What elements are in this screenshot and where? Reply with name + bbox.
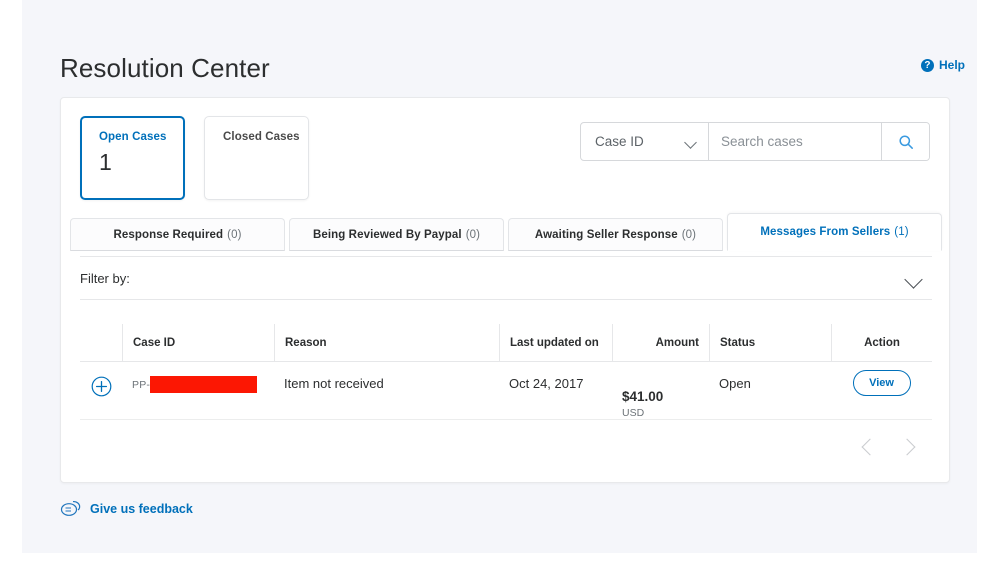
tab-response-required-count: (0) — [227, 228, 242, 241]
cases-table: Case ID Reason Last updated on Amount St… — [80, 324, 932, 420]
case-id-prefix: PP- — [132, 378, 151, 391]
column-header-case-id: Case ID — [122, 324, 274, 361]
tab-being-reviewed-by-paypal-label: Being Reviewed By Paypal — [312, 228, 462, 241]
tab-awaiting-seller-response-label: Awaiting Seller Response — [534, 228, 678, 241]
help-label: Help — [938, 58, 965, 72]
view-button[interactable]: View — [852, 370, 911, 396]
column-header-amount: Amount — [612, 324, 709, 361]
chevron-down-icon[interactable] — [904, 270, 923, 289]
search-button[interactable] — [881, 123, 929, 160]
cell-status: Open — [719, 376, 751, 391]
case-id-redaction — [150, 376, 258, 393]
cell-amount: $41.00 USD — [612, 362, 709, 419]
tab-messages-from-sellers-label: Messages From Sellers — [760, 226, 891, 238]
tab-awaiting-seller-response[interactable]: Awaiting Seller Response (0) — [508, 218, 723, 251]
tab-being-reviewed-by-paypal-count: (0) — [465, 228, 481, 241]
column-header-last-updated-on: Last updated on — [499, 324, 612, 361]
tile-open-cases-label: Open Cases — [99, 131, 167, 143]
cell-action: View — [831, 362, 932, 419]
speech-bubble-icon — [60, 500, 81, 516]
search-category-select[interactable]: Case ID — [581, 123, 709, 160]
case-summary-tiles: Open Cases 1 Closed Cases — [80, 116, 309, 200]
tab-being-reviewed-by-paypal[interactable]: Being Reviewed By Paypal (0) — [289, 218, 504, 251]
tile-open-cases-count: 1 — [99, 149, 112, 175]
table-row: PP- Item not received Oct 24, 2017 $41.0… — [80, 362, 932, 420]
tab-awaiting-seller-response-count: (0) — [681, 228, 697, 241]
amount-currency: USD — [622, 407, 645, 419]
search-category-value: Case ID — [595, 134, 644, 149]
row-expand-cell — [80, 362, 122, 419]
search-bar: Case ID — [580, 122, 930, 161]
column-header-gutter — [80, 324, 122, 361]
amount-value: $41.00 — [622, 389, 664, 404]
cell-reason: Item not received — [284, 376, 384, 391]
search-icon — [898, 134, 913, 149]
help-link[interactable]: ? Help — [920, 58, 965, 72]
column-header-status: Status — [709, 324, 831, 361]
tab-response-required-label: Response Required — [113, 228, 224, 241]
case-tabs: Response Required (0) Being Reviewed By … — [70, 213, 942, 251]
cell-last-updated-on: Oct 24, 2017 — [509, 376, 584, 391]
resolution-card: Open Cases 1 Closed Cases Case ID Search… — [60, 97, 950, 483]
cell-case-id: PP- — [122, 362, 274, 419]
tab-messages-from-sellers-count: (1) — [894, 226, 909, 238]
page-header: Resolution Center ? Help — [60, 52, 965, 92]
pagination — [861, 438, 916, 456]
give-us-feedback-link[interactable]: Give us feedback — [60, 500, 193, 518]
page-root: Resolution Center ? Help Open Cases 1 Cl… — [22, 0, 977, 553]
cases-table-header: Case ID Reason Last updated on Amount St… — [80, 324, 932, 362]
tile-closed-cases[interactable]: Closed Cases — [204, 116, 309, 200]
column-header-reason: Reason — [274, 324, 499, 361]
tab-response-required[interactable]: Response Required (0) — [70, 218, 285, 251]
give-us-feedback-label: Give us feedback — [90, 502, 193, 516]
tab-messages-from-sellers[interactable]: Messages From Sellers (1) — [727, 213, 942, 251]
tile-open-cases[interactable]: Open Cases 1 — [80, 116, 185, 200]
question-circle-icon: ? — [920, 59, 934, 72]
column-header-action: Action — [831, 324, 932, 361]
chevron-down-icon — [684, 136, 697, 149]
tile-closed-cases-label: Closed Cases — [223, 131, 300, 143]
filter-by-label: Filter by: — [80, 270, 130, 286]
chevron-left-icon[interactable] — [861, 438, 879, 456]
search-input[interactable] — [709, 123, 881, 160]
filter-by-row[interactable]: Filter by: — [80, 256, 932, 300]
page-title: Resolution Center — [60, 53, 270, 83]
plus-circle-icon[interactable] — [91, 376, 112, 397]
chevron-right-icon[interactable] — [898, 438, 916, 456]
